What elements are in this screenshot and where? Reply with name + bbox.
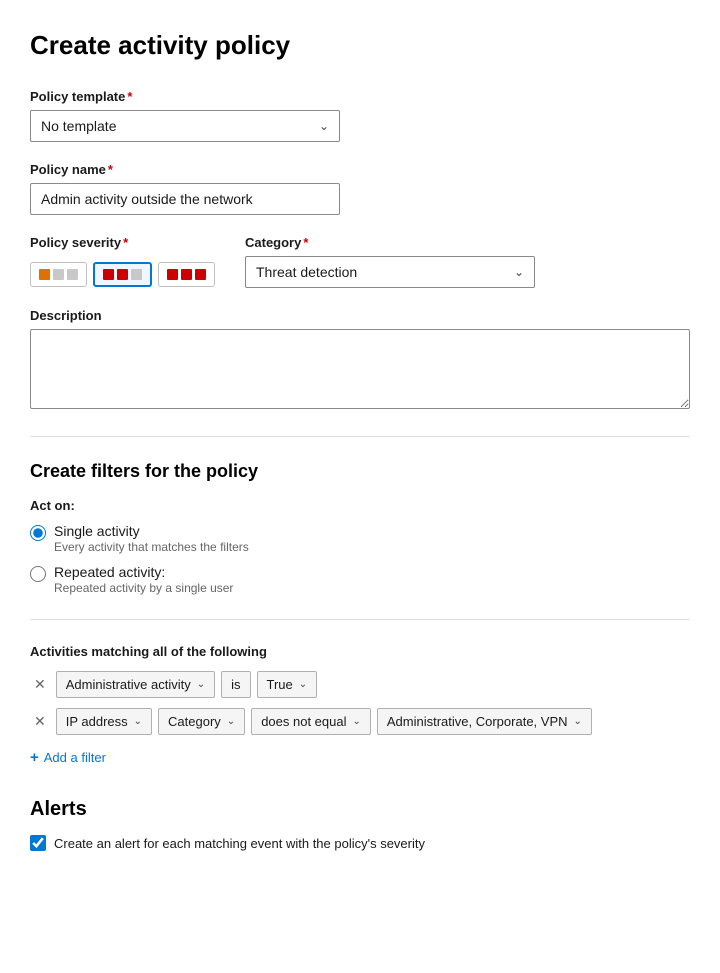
remove-filter-1-icon[interactable]: ✕ <box>30 672 50 697</box>
chevron-down-icon: ⌄ <box>227 716 235 727</box>
add-filter-button[interactable]: + Add a filter <box>30 745 106 770</box>
radio-repeated-input[interactable] <box>30 566 46 582</box>
section-divider <box>30 436 690 437</box>
alerts-title: Alerts <box>30 798 690 821</box>
severity-label: Policy severity* <box>30 235 215 250</box>
severity-dot <box>181 269 192 280</box>
add-filter-label: Add a filter <box>44 750 106 765</box>
severity-dot <box>167 269 178 280</box>
severity-dot <box>195 269 206 280</box>
filter-2-operator-dropdown[interactable]: does not equal ⌄ <box>251 708 371 735</box>
radio-group: Single activity Every activity that matc… <box>30 523 690 595</box>
policy-template-group: Policy template* No template ⌄ <box>30 89 690 142</box>
filter-2-field-value: IP address <box>66 714 128 729</box>
filters-section: Create filters for the policy Act on: Si… <box>30 461 690 595</box>
radio-repeated-activity[interactable]: Repeated activity: Repeated activity by … <box>30 564 690 595</box>
category-value: Threat detection <box>256 264 357 280</box>
chevron-down-icon: ⌄ <box>134 716 142 727</box>
filter-2-field-dropdown[interactable]: IP address ⌄ <box>56 708 152 735</box>
chevron-down-icon: ⌄ <box>352 716 360 727</box>
severity-group: Policy severity* <box>30 235 215 287</box>
severity-dot <box>39 269 50 280</box>
alerts-checkbox-label: Create an alert for each matching event … <box>54 836 425 851</box>
severity-dot <box>67 269 78 280</box>
description-input[interactable] <box>30 329 690 409</box>
category-group: Category* Threat detection ⌄ <box>245 235 535 288</box>
filters-section-title: Create filters for the policy <box>30 461 690 482</box>
filter-row-1: ✕ Administrative activity ⌄ is True ⌄ <box>30 671 690 698</box>
category-dropdown[interactable]: Threat detection ⌄ <box>245 256 535 288</box>
filter-2-value-text: Administrative, Corporate, VPN <box>387 714 568 729</box>
severity-category-row: Policy severity* Cat <box>30 235 690 288</box>
filter-1-operator: is <box>221 671 250 698</box>
filter-1-field-dropdown[interactable]: Administrative activity ⌄ <box>56 671 215 698</box>
chevron-down-icon: ⌄ <box>299 679 307 690</box>
plus-icon: + <box>30 749 39 766</box>
severity-high-btn[interactable] <box>158 262 215 287</box>
activities-matching-label: Activities matching all of the following <box>30 644 690 659</box>
radio-single-input[interactable] <box>30 525 46 541</box>
alerts-checkbox[interactable] <box>30 835 46 851</box>
filter-2-subfield-dropdown[interactable]: Category ⌄ <box>158 708 245 735</box>
act-on-label: Act on: <box>30 498 690 513</box>
alerts-section: Alerts Create an alert for each matching… <box>30 798 690 851</box>
severity-medium-btn[interactable] <box>93 262 152 287</box>
filter-1-field-value: Administrative activity <box>66 677 191 692</box>
policy-name-group: Policy name* <box>30 162 690 215</box>
description-group: Description <box>30 308 690 412</box>
policy-template-value: No template <box>41 118 116 134</box>
radio-single-activity[interactable]: Single activity Every activity that matc… <box>30 523 690 554</box>
page-title: Create activity policy <box>30 30 690 61</box>
chevron-down-icon: ⌄ <box>514 265 524 279</box>
alerts-checkbox-row: Create an alert for each matching event … <box>30 835 690 851</box>
chevron-down-icon: ⌄ <box>319 119 329 133</box>
description-label: Description <box>30 308 690 323</box>
severity-dot <box>117 269 128 280</box>
filter-row-2: ✕ IP address ⌄ Category ⌄ does not equal… <box>30 708 690 735</box>
policy-name-input[interactable] <box>30 183 340 215</box>
policy-template-dropdown[interactable]: No template ⌄ <box>30 110 340 142</box>
section-divider-2 <box>30 619 690 620</box>
radio-single-subtitle: Every activity that matches the filters <box>54 540 249 554</box>
radio-repeated-label: Repeated activity: <box>54 564 233 580</box>
severity-low-btn[interactable] <box>30 262 87 287</box>
chevron-down-icon: ⌄ <box>197 679 205 690</box>
chevron-down-icon: ⌄ <box>574 716 582 727</box>
policy-template-label: Policy template* <box>30 89 690 104</box>
severity-dot <box>131 269 142 280</box>
radio-repeated-subtitle: Repeated activity by a single user <box>54 581 233 595</box>
remove-filter-2-icon[interactable]: ✕ <box>30 709 50 734</box>
filter-1-value-text: True <box>267 677 293 692</box>
filter-2-operator-value: does not equal <box>261 714 346 729</box>
filter-2-subfield-value: Category <box>168 714 221 729</box>
severity-dot <box>103 269 114 280</box>
radio-single-label: Single activity <box>54 523 249 539</box>
policy-name-label: Policy name* <box>30 162 690 177</box>
severity-options <box>30 262 215 287</box>
category-label: Category* <box>245 235 535 250</box>
activities-matching-section: Activities matching all of the following… <box>30 644 690 770</box>
filter-1-value-dropdown[interactable]: True ⌄ <box>257 671 318 698</box>
filter-2-value-dropdown[interactable]: Administrative, Corporate, VPN ⌄ <box>377 708 592 735</box>
severity-dot <box>53 269 64 280</box>
